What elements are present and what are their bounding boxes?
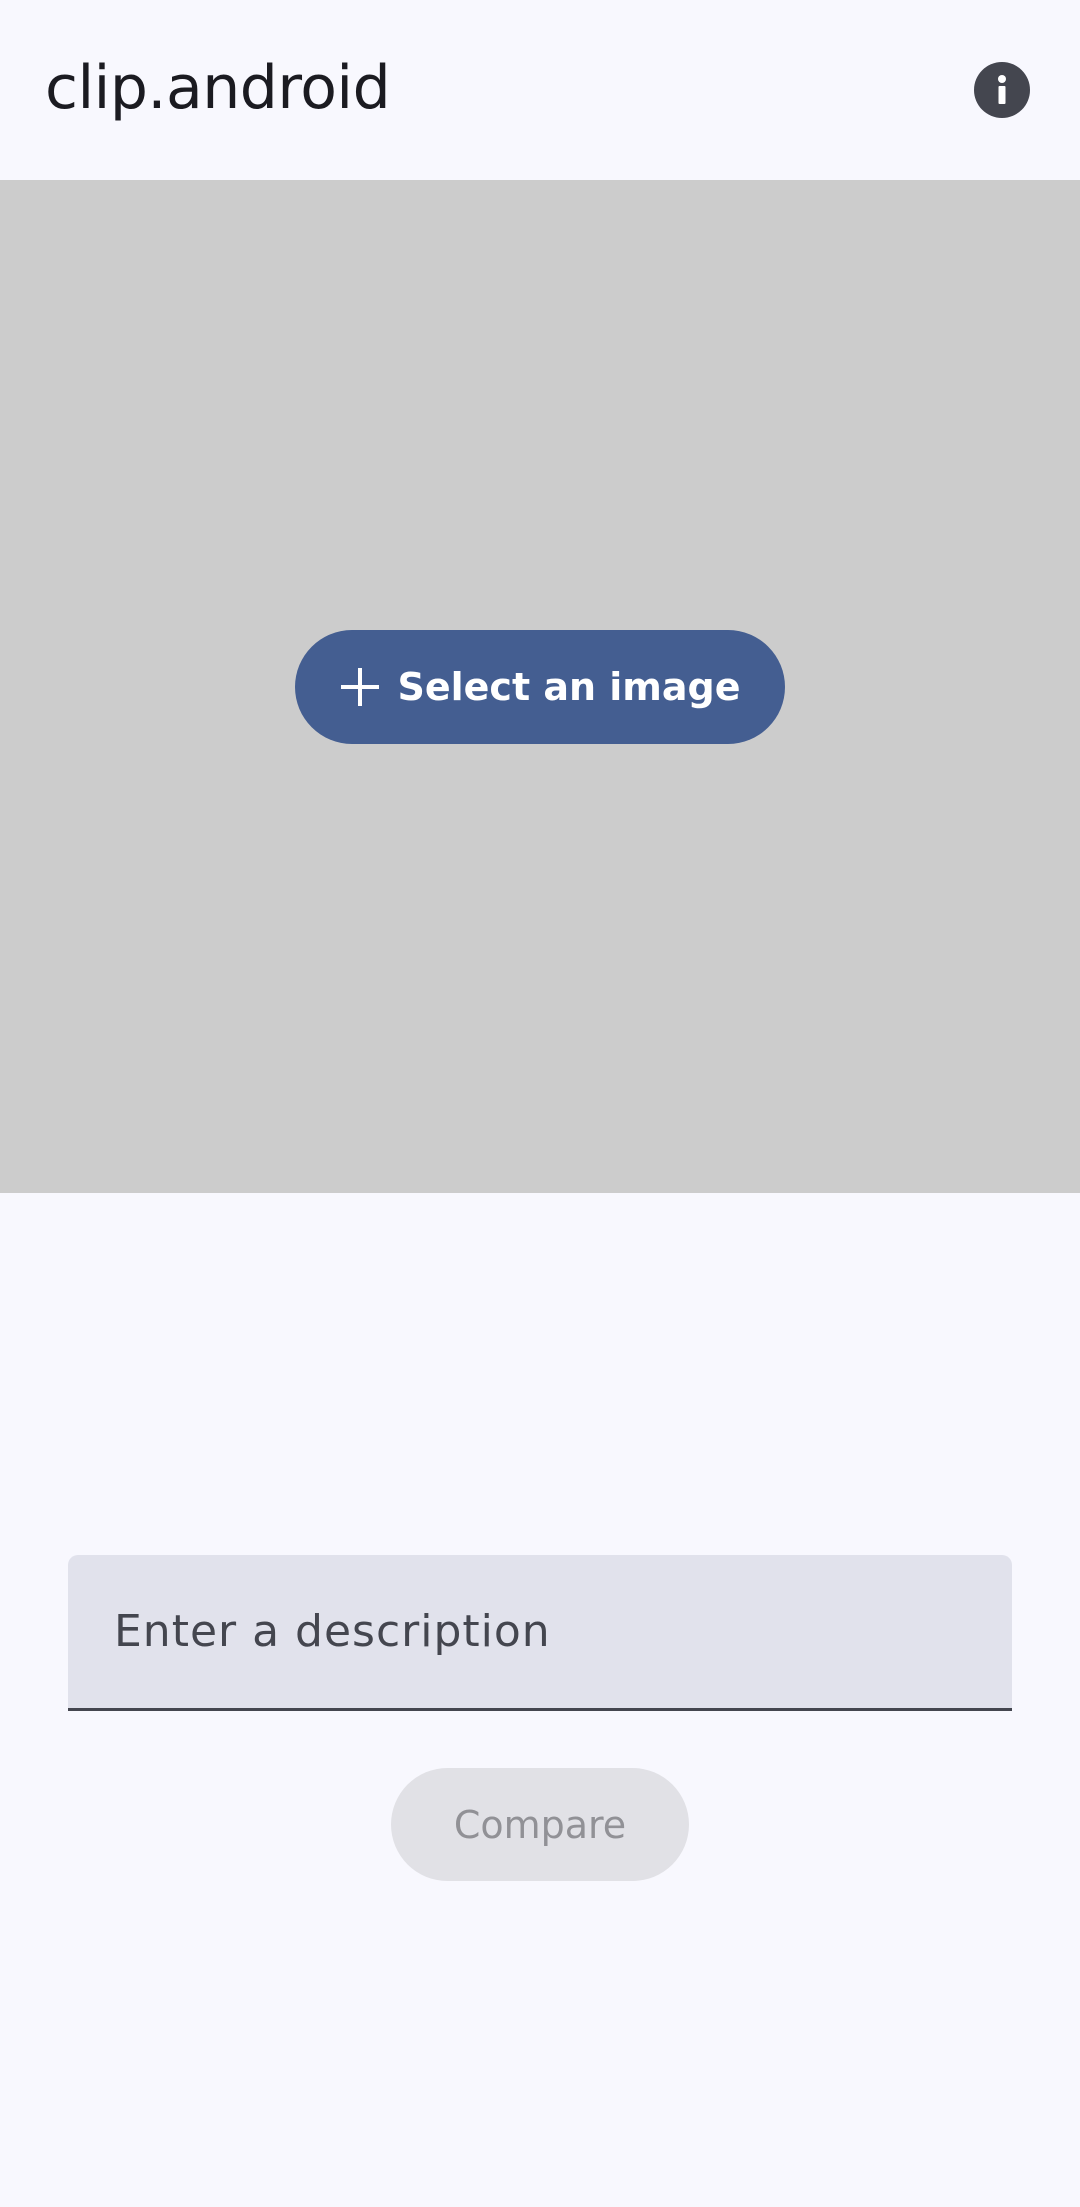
select-image-button[interactable]: Select an image [295, 630, 785, 744]
info-button[interactable] [974, 62, 1030, 118]
compare-button[interactable]: Compare [391, 1768, 689, 1881]
info-icon [998, 75, 1006, 104]
app-title: clip.android [45, 53, 391, 123]
description-input[interactable] [114, 1601, 974, 1661]
select-image-label: Select an image [397, 665, 741, 709]
top-app-bar: clip.android [0, 0, 1080, 180]
plus-icon [341, 668, 380, 706]
description-field[interactable] [68, 1555, 1012, 1711]
